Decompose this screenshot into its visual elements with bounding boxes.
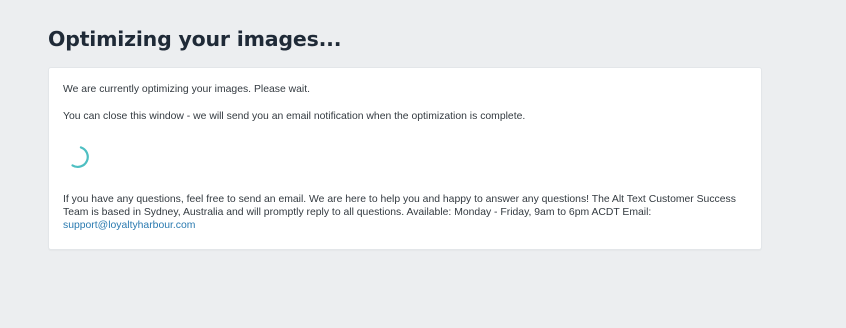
help-message: If you have any questions, feel free to … xyxy=(63,194,736,218)
spinner-arc xyxy=(71,146,89,168)
help-text: If you have any questions, feel free to … xyxy=(63,193,743,232)
close-window-message: You can close this window - we will send… xyxy=(63,111,526,122)
page-title: Optimizing your images... xyxy=(48,27,342,51)
optimization-status-card: We are currently optimizing your images.… xyxy=(48,67,762,250)
optimizing-message: We are currently optimizing your images.… xyxy=(63,84,310,95)
loading-spinner-icon xyxy=(66,145,90,169)
support-email-link[interactable]: support@loyaltyharbour.com xyxy=(63,220,195,231)
